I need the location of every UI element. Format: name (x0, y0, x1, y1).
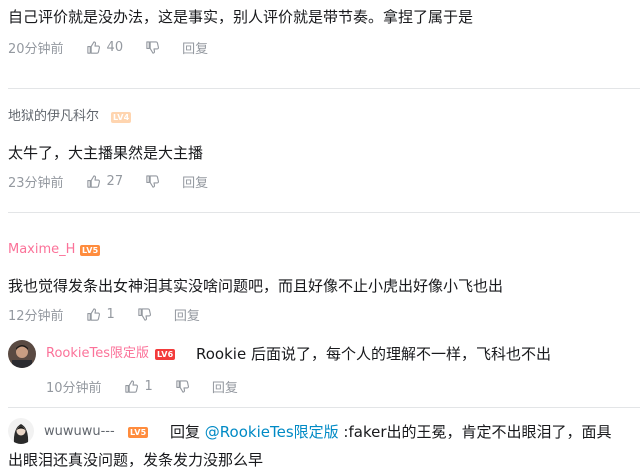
reply-text: Rookie 后面说了，每个人的理解不一样，飞科也不出 (196, 345, 551, 363)
reply-button[interactable]: 回复 (174, 305, 200, 324)
divider (8, 407, 640, 408)
reply-button[interactable]: 回复 (182, 172, 208, 191)
comment-text: 太牛了，大主播果然是大主播 (8, 144, 204, 162)
comment-time: 12分钟前 (8, 308, 64, 324)
dislike-button[interactable] (137, 307, 152, 322)
thumb-down-icon (146, 40, 160, 54)
like-button[interactable]: 1 (86, 307, 115, 322)
comment-meta: 12分钟前 1 回复 (8, 304, 222, 324)
level-badge: LV5 (80, 245, 101, 256)
reply-username[interactable]: RookieTes限定版 (46, 345, 149, 363)
reply-time: 10分钟前 (46, 380, 102, 396)
avatar[interactable] (8, 418, 34, 444)
level-badge: LV5 (128, 427, 149, 438)
divider (8, 212, 640, 213)
comment-text: 我也觉得发条出女神泪其实没啥问题吧，而且好像不止小虎出好像小飞也出 (8, 277, 504, 295)
dislike-button[interactable] (145, 174, 160, 189)
divider (8, 88, 640, 89)
avatar[interactable] (8, 340, 36, 368)
thumb-down-icon (176, 379, 189, 393)
like-button[interactable]: 1 (124, 379, 153, 394)
comment-text: :faker出的王冕，肯定不出眼泪了，面具 (343, 423, 612, 441)
like-button[interactable]: 27 (86, 173, 124, 189)
comment-text-line2: 出眼泪还真没问题，发条发力没那么早 (8, 451, 264, 469)
comment-username[interactable]: 地狱的伊凡科尔 (8, 108, 99, 126)
comment-text: 自己评价就是没办法，这是事实，别人评价就是带节奏。拿捏了属于是 (8, 8, 474, 26)
thumb-down-icon (146, 174, 160, 188)
reply-button[interactable]: 回复 (212, 377, 238, 396)
like-count: 1 (106, 306, 115, 322)
thumb-up-icon (86, 307, 100, 321)
comment-username[interactable]: wuwuwu--- (44, 423, 115, 441)
comment-time: 23分钟前 (8, 175, 64, 191)
comment-text-line1: 回复 @RookieTes限定版 :faker出的王冕，肯定不出眼泪了，面具 (170, 421, 612, 443)
like-count: 27 (106, 173, 124, 189)
dislike-button[interactable] (175, 379, 190, 394)
comment-time: 20分钟前 (8, 41, 64, 57)
like-count: 1 (144, 378, 153, 394)
comment-meta: 20分钟前 40 回复 (8, 37, 230, 57)
like-count: 40 (106, 39, 124, 55)
reply-prefix: 回复 (170, 423, 201, 441)
comment-username[interactable]: Maxime_H (8, 241, 75, 259)
reply-button[interactable]: 回复 (182, 38, 208, 57)
thumb-down-icon (138, 307, 151, 321)
thumb-up-icon (86, 174, 100, 188)
thumb-up-icon (124, 379, 138, 393)
dislike-button[interactable] (145, 40, 160, 55)
thumb-up-icon (86, 40, 100, 54)
comment-meta: 23分钟前 27 回复 (8, 171, 230, 191)
level-badge: LV6 (155, 349, 176, 360)
mention-link[interactable]: @RookieTes限定版 (205, 423, 339, 441)
reply-meta: 10分钟前 1 回复 (46, 376, 260, 396)
like-button[interactable]: 40 (86, 39, 124, 55)
level-badge: LV4 (111, 112, 132, 123)
